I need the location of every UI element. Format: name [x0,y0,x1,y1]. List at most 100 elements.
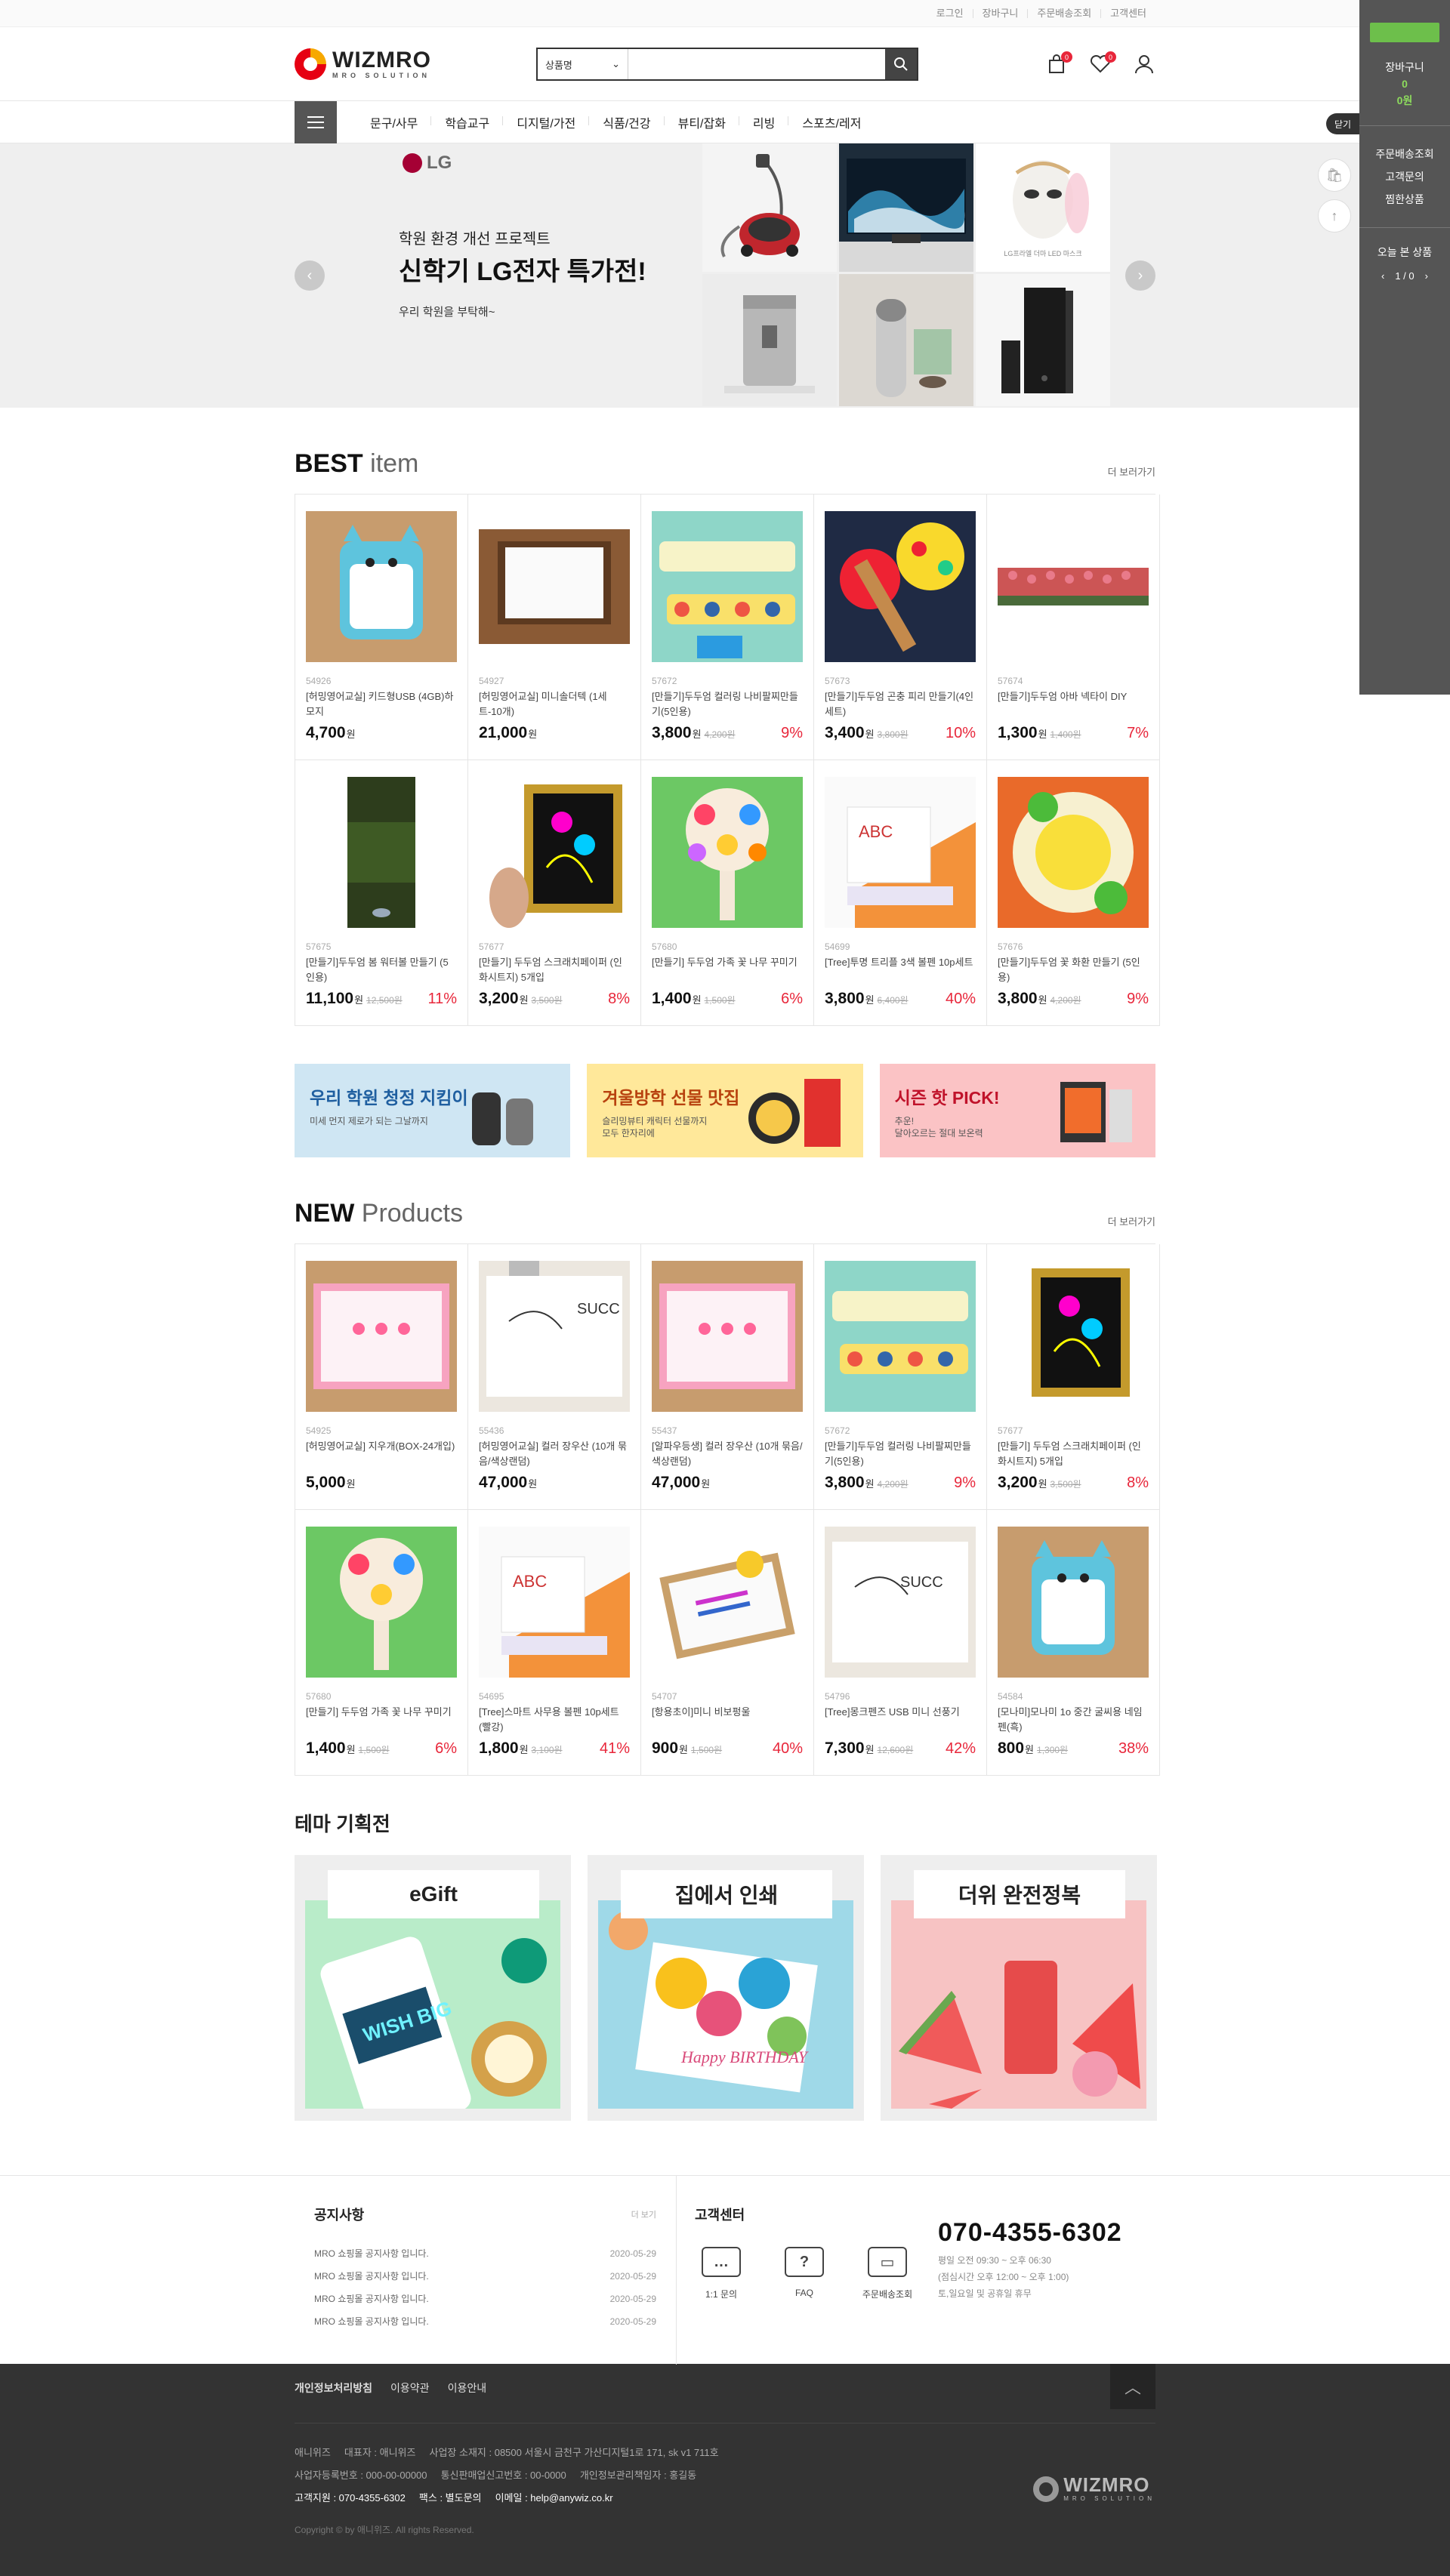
chevron-left-icon[interactable]: ‹ [1381,270,1384,282]
terms-link[interactable]: 이용약관 [390,2380,430,2396]
notice-item[interactable]: MRO 쇼핑몰 공지사항 입니다. 2020-05-29 [314,2310,656,2333]
product-card[interactable]: 57672 [만들기]두두엄 컬러링 나비팔찌만들기(5인용) 3,800 원 4,20… [641,495,814,760]
quick-cart-label[interactable]: 장바구니 [1359,59,1450,75]
product-name[interactable]: [허밍영어교실] 키드형USB (4GB)하모지 [306,689,457,719]
order-track-link[interactable]: 주문배송조회 [1027,8,1100,18]
float-cart-button[interactable]: 🛍 [1318,159,1351,192]
quick-order-track[interactable]: 주문배송조회 [1359,143,1450,165]
product-card[interactable]: 55437 [알파우등생] 컬러 장우산 (10개 묶음/색상랜덤) 47,000 원 [641,1244,814,1510]
product-image[interactable]: ABC [479,1527,630,1678]
hero-prev-button[interactable]: ‹ [295,260,325,291]
product-card[interactable]: 57677 [만들기] 두두엄 스크래치페이퍼 (인화시트지) 5개입 3,200 원… [987,1244,1160,1510]
product-image[interactable] [998,777,1149,928]
product-name[interactable]: [만들기] 두두엄 스크래치페이퍼 (인화시트지) 5개입 [479,955,630,985]
product-image[interactable] [998,1527,1149,1678]
hero-banner[interactable]: LG 학원 환경 개선 프로젝트 신학기 LG전자 특가전! 우리 학원을 부탁… [0,143,1450,408]
product-name[interactable]: [만들기]두두엄 아바 넥타이 DIY [998,689,1149,719]
customer-center-link[interactable]: 고객센터 [1100,8,1155,18]
product-image[interactable] [306,511,457,662]
product-name[interactable]: [만들기] 두두엄 가족 꽃 나무 꾸미기 [306,1705,457,1735]
product-name[interactable]: [만들기] 두두엄 가족 꽃 나무 꾸미기 [652,955,803,985]
promo-banner-gift[interactable]: 겨울방학 선물 맛집 슬리밍뷰티 캐릭터 선물까지 모두 한자리에 [587,1064,863,1157]
cart-link[interactable]: 장바구니 [972,8,1028,18]
product-image[interactable]: ABC [825,777,976,928]
wishlist-button[interactable]: 0 [1089,51,1116,75]
product-card[interactable]: 57672 [만들기]두두엄 컬러링 나비팔찌만들기(5인용) 3,800 원 4,20… [814,1244,987,1510]
privacy-link[interactable]: 개인정보처리방침 [295,2380,372,2396]
product-name[interactable]: [Tree]몽크펜즈 USB 미니 선풍기 [825,1705,976,1735]
product-card[interactable]: 54926 [허밍영어교실] 키드형USB (4GB)하모지 4,700 원 [295,495,468,760]
product-card[interactable]: ABC 54699 [Tree]투명 트리플 3색 볼펜 10p세트 3,800 원 6,… [814,760,987,1026]
product-card[interactable]: 57680 [만들기] 두두엄 가족 꽃 나무 꾸미기 1,400 원 1,500원 6% [641,760,814,1026]
notice-item[interactable]: MRO 쇼핑몰 공지사항 입니다. 2020-05-29 [314,2242,656,2265]
chevron-right-icon[interactable]: › [1425,270,1428,282]
product-image[interactable]: SUCC [825,1527,976,1678]
product-card[interactable]: 54925 [허밍영어교실] 지우개(BOX-24개입) 5,000 원 [295,1244,468,1510]
product-card[interactable]: 57673 [만들기]두두엄 곤충 피리 만들기(4인세트) 3,400 원 3,800… [814,495,987,760]
quick-close-button[interactable]: 닫기 [1326,113,1359,134]
best-more-link[interactable]: 더 보러가기 [1108,464,1155,479]
promo-banner-air[interactable]: 우리 학원 청정 지킴이 미세 먼지 제로가 되는 그날까지 [295,1064,571,1157]
guide-link[interactable]: 이용안내 [448,2380,487,2396]
cs-faq-button[interactable]: ? FAQ [778,2247,831,2300]
cart-button[interactable]: 0 [1045,51,1072,75]
product-image[interactable]: SUCC [479,1261,630,1412]
product-name[interactable]: [만들기]두두엄 봄 워터볼 만들기 (5인용) [306,955,457,985]
quick-wishlist[interactable]: 찜한상품 [1359,188,1450,211]
notice-more-link[interactable]: 더 보기 [631,2208,656,2220]
scroll-top-button[interactable]: ↑ [1318,199,1351,233]
cs-inquiry-button[interactable]: … 1:1 문의 [695,2247,748,2300]
product-image[interactable] [652,1261,803,1412]
theme-card-egift[interactable]: eGift WISH BIG [295,1855,571,2121]
login-link[interactable]: 로그인 [927,8,973,18]
product-card[interactable]: 57680 [만들기] 두두엄 가족 꽃 나무 꾸미기 1,400 원 1,500원 6% [295,1510,468,1776]
nav-digital[interactable]: 디지털/가전 [503,113,590,131]
new-more-link[interactable]: 더 보러가기 [1108,1214,1155,1228]
notice-item[interactable]: MRO 쇼핑몰 공지사항 입니다. 2020-05-29 [314,2265,656,2288]
hero-next-button[interactable]: › [1125,260,1155,291]
product-name[interactable]: [모나미]모나미 1o 중간 굴씨용 네임펜(흑) [998,1705,1149,1735]
mypage-button[interactable] [1133,53,1155,75]
theme-card-summer[interactable]: 더위 완전정복 [881,1855,1157,2121]
footer-top-button[interactable]: ︿ [1110,2364,1155,2409]
product-image[interactable] [306,777,457,928]
promo-banner-season[interactable]: 시즌 핫 PICK! 추운! 달아오르는 절대 보온력 [879,1064,1155,1157]
search-category-select[interactable]: 상품명 ⌄ [538,49,628,79]
product-image[interactable] [306,1527,457,1678]
product-card[interactable]: 57676 [만들기]두두엄 꽃 화환 만들기 (5인용) 3,800 원 4,200원… [987,760,1160,1026]
product-name[interactable]: [만들기]두두엄 곤충 피리 만들기(4인세트) [825,689,976,719]
product-card[interactable]: 57677 [만들기] 두두엄 스크래치페이퍼 (인화시트지) 5개입 3,200 원… [468,760,641,1026]
product-name[interactable]: [Tree]투명 트리플 3색 볼펜 10p세트 [825,955,976,985]
product-image[interactable] [652,511,803,662]
nav-sports[interactable]: 스포츠/레저 [788,113,875,131]
search-button[interactable] [885,49,917,79]
product-name[interactable]: [만들기] 두두엄 스크래치페이퍼 (인화시트지) 5개입 [998,1439,1149,1469]
product-card[interactable]: 57674 [만들기]두두엄 아바 넥타이 DIY 1,300 원 1,400원 7% [987,495,1160,760]
nav-learning[interactable]: 학습교구 [431,113,504,131]
theme-card-print[interactable]: 집에서 인쇄 Happy BIRTHDAY [588,1855,864,2121]
site-logo[interactable]: WIZMRO MRO SOLUTION [295,48,536,80]
nav-stationery[interactable]: 문구/사무 [356,113,432,131]
product-name[interactable]: [허밍영어교실] 컬러 장우산 (10개 묶음/색상랜덤) [479,1439,630,1469]
product-card[interactable]: 57675 [만들기]두두엄 봄 워터볼 만들기 (5인용) 11,100 원 12,5… [295,760,468,1026]
product-name[interactable]: [항용초이]미니 비보펑울 [652,1705,803,1735]
product-image[interactable] [306,1261,457,1412]
all-menu-button[interactable] [295,101,337,143]
product-name[interactable]: [만들기]두두엄 컬러링 나비팔찌만들기(5인용) [825,1439,976,1469]
product-card[interactable]: 54707 [항용초이]미니 비보펑울 900 원 1,500원 40% [641,1510,814,1776]
product-name[interactable]: [만들기]두두엄 컬러링 나비팔찌만들기(5인용) [652,689,803,719]
product-image[interactable] [998,1261,1149,1412]
product-name[interactable]: [만들기]두두엄 꽃 화환 만들기 (5인용) [998,955,1149,985]
product-card[interactable]: SUCC 55436 [허밍영어교실] 컬러 장우산 (10개 묶음/색상랜덤) 47… [468,1244,641,1510]
product-image[interactable] [825,1261,976,1412]
search-input[interactable] [628,49,885,79]
product-name[interactable]: [허밍영어교실] 지우개(BOX-24개입) [306,1439,457,1469]
product-image[interactable] [652,1527,803,1678]
product-image[interactable] [825,511,976,662]
nav-food[interactable]: 식품/건강 [589,113,665,131]
product-card[interactable]: 54927 [허밍영어교실] 미니솔더텍 (1세트-10개) 21,000 원 [468,495,641,760]
product-card[interactable]: ABC 54695 [Tree]스마트 사무용 볼펜 10p세트 (빨강) 1,800… [468,1510,641,1776]
product-card[interactable]: SUCC 54796 [Tree]몽크펜즈 USB 미니 선풍기 7,300 원 12,6… [814,1510,987,1776]
nav-living[interactable]: 리빙 [739,113,789,131]
nav-beauty[interactable]: 뷰티/잡화 [665,113,740,131]
